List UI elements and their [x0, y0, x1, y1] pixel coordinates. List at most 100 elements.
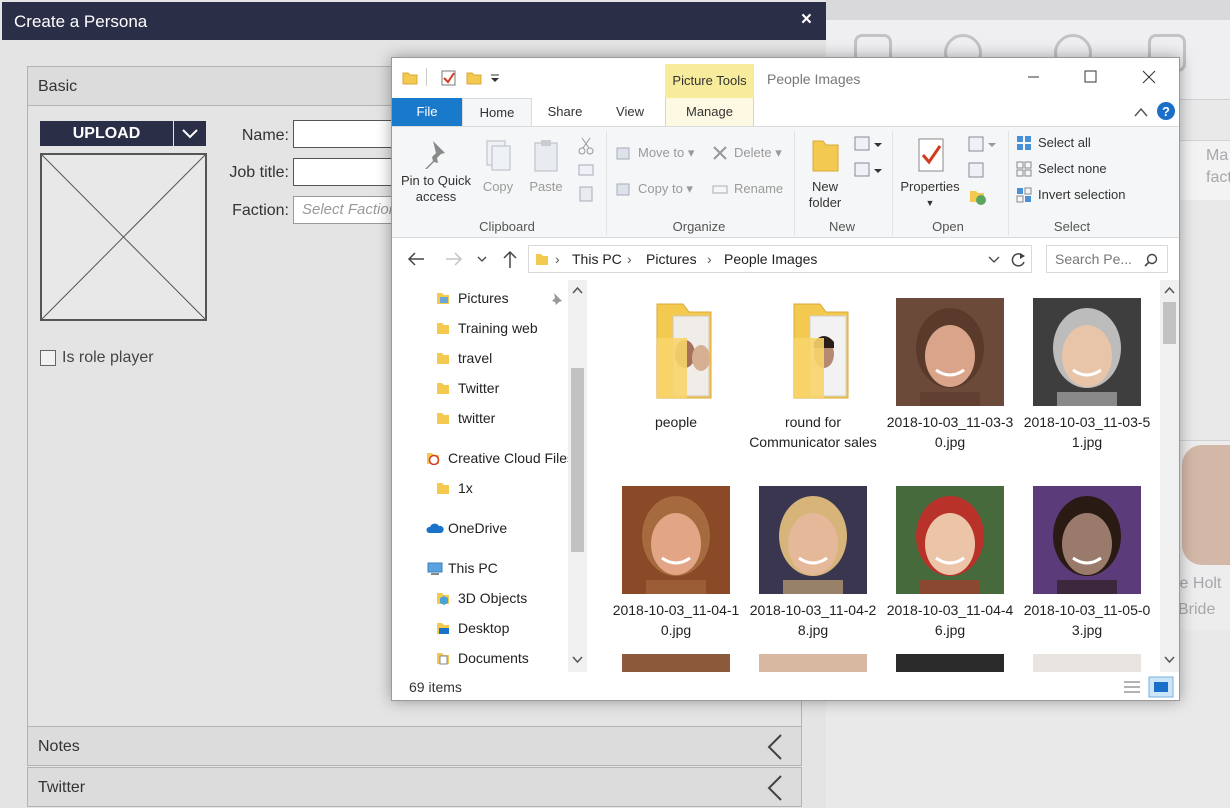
copy-button[interactable]: Copy: [478, 139, 518, 195]
new-folder-button[interactable]: New folder: [800, 135, 850, 211]
nav-item-creative-cloud[interactable]: Creative Cloud Files: [426, 446, 568, 470]
folder-icon: [437, 383, 449, 394]
up-button[interactable]: [499, 249, 521, 269]
select-all-label: Select all: [1038, 135, 1091, 150]
select-all-button[interactable]: Select all: [1016, 133, 1091, 153]
file-item-photo[interactable]: 2018-10-03_11-03-30.jpg: [885, 298, 1015, 458]
chevron-down-icon[interactable]: [987, 254, 1001, 266]
breadcrumb-this-pc[interactable]: This PC: [572, 251, 622, 267]
pin-to-quick-access-button[interactable]: Pin to Quick access: [398, 139, 474, 205]
tab-file[interactable]: File: [392, 98, 462, 126]
photo-thumbnail-partial[interactable]: [896, 654, 1004, 672]
properties-check-icon[interactable]: [440, 69, 458, 87]
paste-icon: [534, 140, 558, 172]
folder-item-round-for-communicator-sales[interactable]: round for Communicator sales: [748, 298, 878, 478]
close-button[interactable]: ×: [801, 9, 812, 31]
photo-thumbnail-partial[interactable]: [759, 654, 867, 672]
upload-button[interactable]: UPLOAD: [40, 121, 173, 146]
breadcrumb-pictures[interactable]: Pictures: [646, 251, 697, 267]
cut-icon[interactable]: [578, 137, 594, 155]
file-item-photo[interactable]: 2018-10-03_11-05-03.jpg: [1022, 486, 1152, 646]
help-icon[interactable]: ?: [1156, 101, 1176, 121]
refresh-icon[interactable]: [1009, 251, 1027, 269]
maximize-button[interactable]: [1076, 66, 1106, 88]
search-icon[interactable]: [1144, 253, 1158, 267]
faction-select[interactable]: Select Faction: [293, 196, 403, 224]
desktop-icon: [437, 623, 449, 634]
rename-button[interactable]: Rename: [712, 179, 783, 199]
history-icon[interactable]: [968, 187, 988, 207]
properties-button[interactable]: Properties ▼: [896, 135, 964, 211]
folder-item-people[interactable]: people: [611, 298, 741, 458]
photo-thumbnail-partial[interactable]: [1033, 654, 1141, 672]
upload-dropdown-button[interactable]: [174, 121, 206, 146]
tab-home[interactable]: Home: [462, 98, 532, 127]
new-item-icon[interactable]: [854, 135, 884, 153]
file-name: 2018-10-03_11-04-28.jpg: [749, 602, 877, 638]
section-notes-header[interactable]: Notes: [27, 726, 802, 766]
tab-share[interactable]: Share: [538, 98, 592, 126]
paste-shortcut-icon[interactable]: [578, 185, 594, 203]
copy-icon: [486, 140, 511, 171]
role-player-checkbox[interactable]: [40, 350, 56, 366]
photo-placeholder[interactable]: [40, 153, 207, 321]
status-bar: 69 items: [392, 672, 1179, 700]
new-folder-label: New folder: [808, 179, 842, 210]
minimize-button[interactable]: [1019, 66, 1049, 88]
close-window-button[interactable]: [1134, 66, 1164, 88]
address-row: › This PC › Pictures › People Images Sea…: [392, 239, 1179, 279]
delete-button[interactable]: Delete ▾: [712, 143, 782, 163]
scrollbar-thumb[interactable]: [571, 368, 584, 552]
nav-label: Training web: [458, 320, 538, 336]
navigation-scrollbar[interactable]: [568, 280, 587, 672]
delete-label: Delete: [734, 145, 772, 160]
ribbon-separator: [794, 131, 795, 235]
file-item-photo[interactable]: 2018-10-03_11-04-28.jpg: [748, 486, 878, 646]
properties-label: Properties: [900, 179, 960, 194]
nav-label: travel: [458, 350, 493, 366]
address-bar[interactable]: › This PC › Pictures › People Images: [528, 245, 1032, 273]
tab-manage[interactable]: Manage: [665, 98, 754, 126]
file-item-photo[interactable]: 2018-10-03_11-03-51.jpg: [1022, 298, 1152, 458]
move-to-button[interactable]: Move to ▾: [616, 143, 694, 163]
customize-toolbar-icon[interactable]: [489, 72, 501, 84]
forward-button[interactable]: [443, 249, 465, 269]
file-name: 2018-10-03_11-03-30.jpg: [886, 414, 1014, 450]
collapse-ribbon-icon[interactable]: [1134, 106, 1148, 118]
large-icons-view-icon[interactable]: [1148, 676, 1174, 698]
file-item-photo[interactable]: 2018-10-03_11-04-46.jpg: [885, 486, 1015, 646]
pin-icon[interactable]: [549, 292, 563, 306]
copy-path-icon[interactable]: [578, 163, 594, 177]
photo-thumbnail-partial[interactable]: [622, 654, 730, 672]
invert-selection-button[interactable]: Invert selection: [1016, 185, 1125, 205]
tab-view[interactable]: View: [602, 98, 658, 126]
open-icon[interactable]: [968, 135, 998, 155]
scroll-down-icon[interactable]: [572, 656, 583, 664]
new-folder-icon[interactable]: [466, 70, 482, 86]
section-twitter-header[interactable]: Twitter: [27, 767, 802, 807]
scroll-up-icon[interactable]: [1164, 286, 1175, 294]
nav-label: 1x: [458, 480, 473, 496]
job-title-field[interactable]: [293, 158, 403, 186]
scroll-up-icon[interactable]: [572, 286, 583, 294]
select-none-button[interactable]: Select none: [1016, 159, 1107, 179]
file-list-scrollbar[interactable]: [1160, 280, 1179, 672]
edit-icon[interactable]: [968, 161, 988, 181]
arrow-right-icon: [446, 252, 463, 266]
paste-button[interactable]: Paste: [526, 139, 566, 195]
new-folder-icon: [812, 140, 839, 172]
name-field[interactable]: [293, 120, 403, 148]
file-item-photo[interactable]: 2018-10-03_11-04-10.jpg: [611, 486, 741, 646]
select-group-label: Select: [1053, 219, 1091, 234]
scroll-down-icon[interactable]: [1164, 656, 1175, 664]
file-explorer-window: Picture Tools People Images File Home Sh…: [391, 57, 1180, 701]
nav-label: Pictures: [458, 290, 509, 306]
easy-access-icon[interactable]: [854, 161, 884, 179]
scrollbar-thumb[interactable]: [1163, 302, 1176, 344]
back-button[interactable]: [405, 249, 427, 269]
breadcrumb-people-images[interactable]: People Images: [724, 251, 817, 267]
copy-to-button[interactable]: Copy to ▾: [616, 179, 693, 199]
details-view-icon[interactable]: [1122, 678, 1142, 696]
recent-locations-button[interactable]: [475, 249, 489, 269]
svg-text:?: ?: [1162, 104, 1170, 119]
